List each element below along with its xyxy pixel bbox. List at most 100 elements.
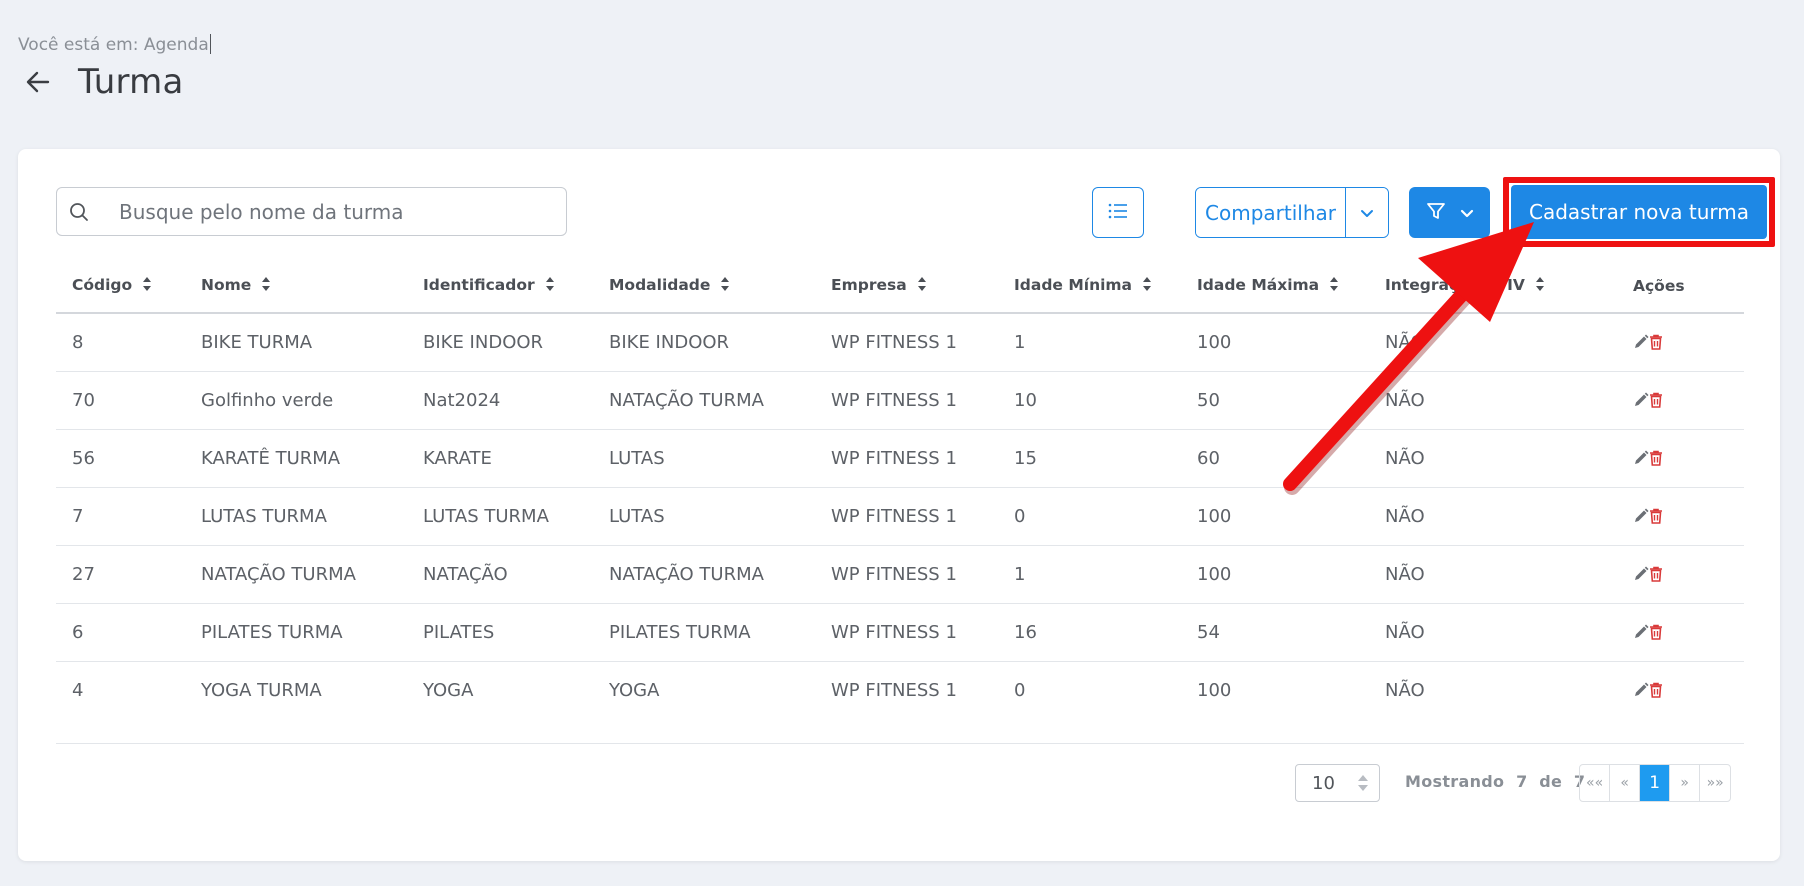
cell-acoes (1617, 661, 1744, 719)
col-idade-maxima[interactable]: Idade Máxima (1181, 260, 1369, 314)
cell-idade-maxima: 50 (1181, 371, 1369, 430)
trash-icon[interactable] (1649, 334, 1663, 351)
title-row: Turma (24, 62, 184, 102)
cell-empresa: WP FITNESS 1 (815, 313, 998, 372)
cell-codigo: 4 (72, 679, 84, 701)
cell-empresa: WP FITNESS 1 (815, 545, 998, 604)
cell-nome: PILATES TURMA (185, 603, 407, 662)
share-dropdown-toggle[interactable] (1346, 188, 1388, 237)
breadcrumb-current[interactable]: Agenda (144, 35, 209, 55)
cell-nome: NATAÇÃO TURMA (185, 545, 407, 604)
cell-idade-minima: 15 (998, 429, 1181, 488)
cell-identificador: PILATES (407, 603, 593, 662)
cell-empresa: WP FITNESS 1 (815, 487, 998, 546)
cell-codigo: 27 (56, 545, 185, 604)
col-codigo[interactable]: Código (56, 260, 185, 314)
col-acoes: Ações (1617, 260, 1744, 314)
sort-icon[interactable] (1142, 276, 1152, 296)
filter-button[interactable] (1409, 187, 1490, 238)
edit-icon[interactable] (1633, 566, 1649, 582)
col-modalidade[interactable]: Modalidade (593, 260, 815, 314)
list-icon (1108, 203, 1128, 223)
cell-nome: YOGA TURMA (201, 679, 322, 701)
cell-codigo: 7 (56, 487, 185, 546)
cell-integracao-spiv: NÃO (1369, 603, 1617, 662)
sort-icon[interactable] (1329, 276, 1339, 296)
trash-icon[interactable] (1649, 682, 1663, 699)
col-idade-minima[interactable]: Idade Mínima (998, 260, 1181, 314)
cell-empresa: WP FITNESS 1 (815, 371, 998, 430)
page-title: Turma (78, 62, 184, 102)
last-page-button[interactable]: »» (1700, 765, 1730, 801)
cell-identificador: KARATE (407, 429, 593, 488)
edit-icon[interactable] (1633, 334, 1649, 350)
text-cursor (209, 34, 211, 54)
cell-codigo: 6 (56, 603, 185, 662)
search-input[interactable] (119, 199, 519, 224)
edit-icon[interactable] (1633, 508, 1649, 524)
sort-icon[interactable] (261, 276, 271, 296)
cell-idade-minima: 16 (998, 603, 1181, 662)
col-empresa[interactable]: Empresa (815, 260, 998, 314)
cell-integracao-spiv: NÃO (1369, 429, 1617, 488)
back-arrow-icon[interactable] (24, 68, 52, 96)
list-view-button[interactable] (1092, 187, 1144, 238)
new-turma-button[interactable]: Cadastrar nova turma (1511, 185, 1767, 239)
cell-integracao-spiv: NÃO (1385, 679, 1425, 701)
cell-idade-maxima: 100 (1181, 487, 1369, 546)
sort-icon[interactable] (142, 276, 152, 296)
page-1-button[interactable]: 1 (1640, 765, 1671, 801)
trash-icon[interactable] (1649, 508, 1663, 524)
cell-acoes (1617, 487, 1744, 546)
table-row: 7 LUTAS TURMA LUTAS TURMA LUTAS WP FITNESS 1… (56, 487, 1744, 546)
next-page-button[interactable]: » (1670, 765, 1701, 801)
table-row: 8 BIKE TURMA BIKE INDOOR BIKE INDOOR WP FITN… (56, 313, 1744, 372)
cell-identificador: YOGA (423, 679, 474, 701)
sort-icon[interactable] (1535, 276, 1545, 296)
turma-list-card: Compartilhar Cadastrar nova turma Código… (18, 149, 1780, 861)
table-row: 4 YOGA TURMA YOGA YOGA WP FITNESS 1 0 100 NÃO (56, 661, 1744, 719)
first-page-button[interactable]: «« (1580, 765, 1611, 801)
spinner-icon[interactable] (1357, 773, 1369, 798)
cell-nome: Golfinho verde (185, 371, 407, 430)
trash-icon[interactable] (1649, 624, 1663, 640)
cell-acoes (1617, 603, 1744, 662)
cell-acoes (1617, 371, 1744, 430)
cell-modalidade: NATAÇÃO TURMA (593, 545, 815, 604)
edit-icon[interactable] (1633, 624, 1649, 640)
cell-idade-minima: 1 (998, 313, 1181, 372)
cell-acoes (1617, 313, 1744, 372)
chevron-down-icon (1360, 203, 1374, 222)
sort-icon[interactable] (545, 276, 555, 296)
sort-icon[interactable] (720, 276, 730, 296)
cell-idade-maxima: 54 (1181, 603, 1369, 662)
edit-icon[interactable] (1633, 450, 1649, 466)
cell-empresa: WP FITNESS 1 (831, 679, 957, 701)
sort-icon[interactable] (917, 276, 927, 296)
cell-nome: KARATÊ TURMA (185, 429, 407, 488)
edit-icon[interactable] (1633, 682, 1649, 698)
page-size-select[interactable]: 10 (1295, 764, 1380, 802)
cell-modalidade: NATAÇÃO TURMA (593, 371, 815, 430)
cell-empresa: WP FITNESS 1 (815, 603, 998, 662)
cell-idade-minima: 0 (1014, 679, 1026, 701)
col-integracao-spiv[interactable]: Integração SPIV (1369, 260, 1617, 314)
prev-page-button[interactable]: « (1610, 765, 1641, 801)
cell-idade-minima: 1 (998, 545, 1181, 604)
search-box[interactable] (56, 187, 567, 236)
cell-idade-maxima: 100 (1181, 313, 1369, 372)
cell-modalidade: BIKE INDOOR (593, 313, 815, 372)
trash-icon[interactable] (1649, 450, 1663, 466)
trash-icon[interactable] (1649, 566, 1663, 582)
cell-integracao-spiv: NÃO (1369, 545, 1617, 604)
cell-idade-minima: 0 (998, 487, 1181, 546)
col-nome[interactable]: Nome (185, 260, 407, 314)
cell-nome: LUTAS TURMA (185, 487, 407, 546)
cell-idade-minima: 10 (998, 371, 1181, 430)
trash-icon[interactable] (1649, 392, 1663, 408)
col-identificador[interactable]: Identificador (407, 260, 593, 314)
cell-codigo: 70 (56, 371, 185, 430)
edit-icon[interactable] (1633, 392, 1649, 408)
cell-acoes (1617, 429, 1744, 488)
share-button[interactable]: Compartilhar (1196, 188, 1346, 237)
